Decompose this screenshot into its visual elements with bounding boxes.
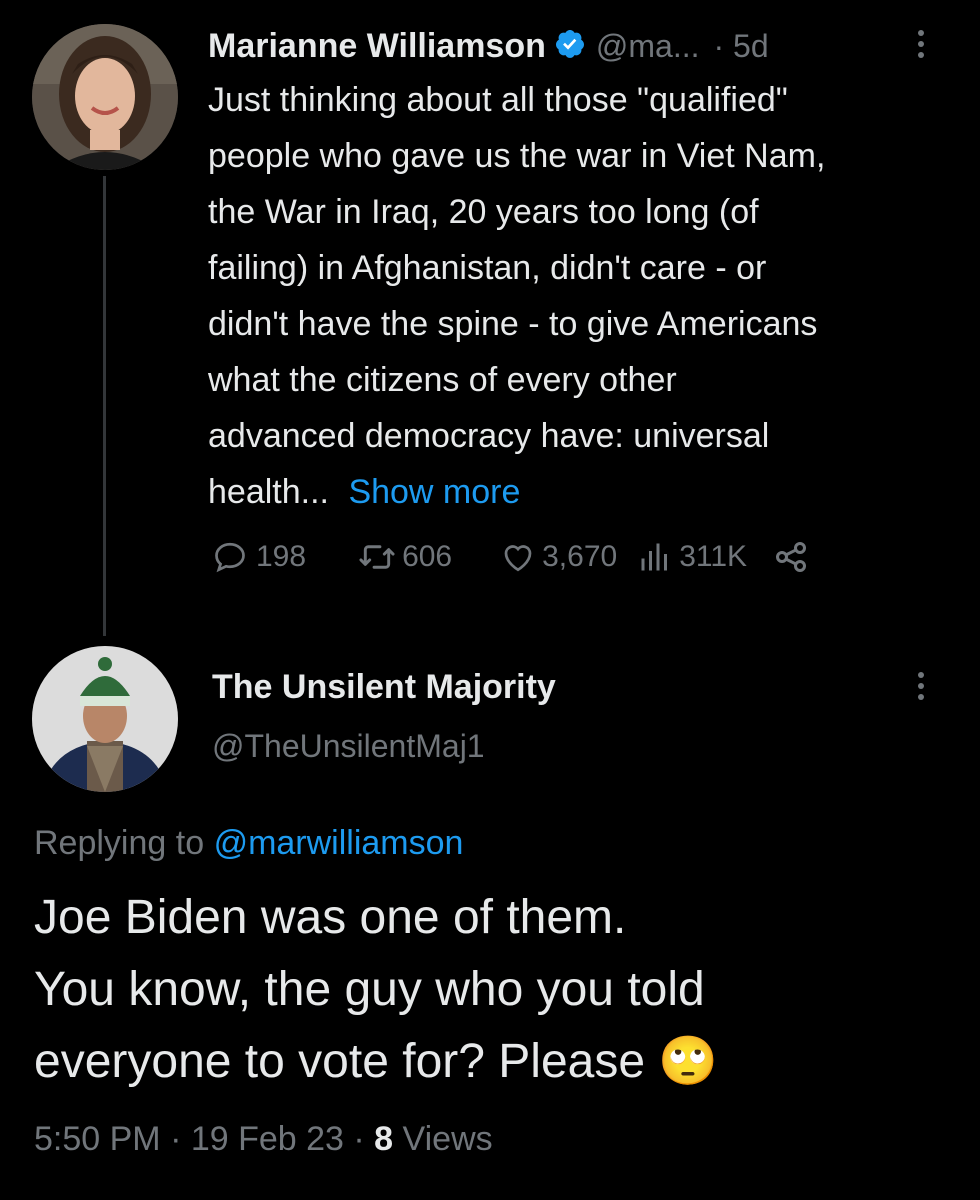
author-name[interactable]: Marianne Williamson bbox=[208, 27, 546, 66]
tweet-line: advanced democracy have: universal bbox=[208, 417, 770, 455]
share-icon bbox=[773, 539, 809, 575]
views-button[interactable]: 311K bbox=[637, 539, 747, 575]
views-bars-icon bbox=[637, 539, 673, 575]
reply-icon bbox=[212, 539, 248, 575]
reply-button[interactable]: 198 bbox=[212, 539, 306, 575]
reply-views-label: Views bbox=[393, 1120, 493, 1158]
reply-author-name[interactable]: The Unsilent Majority bbox=[212, 668, 556, 707]
verified-badge-icon bbox=[554, 28, 586, 65]
tweet-line: didn't have the spine - to give American… bbox=[208, 305, 818, 343]
tweet-action-bar: 198 606 3,670 311K bbox=[212, 535, 809, 579]
tweet-line: the War in Iraq, 20 years too long (of bbox=[208, 193, 759, 231]
author-avatar-image bbox=[32, 24, 178, 170]
reply-more-dots-icon[interactable] bbox=[918, 672, 924, 700]
show-more-link[interactable]: Show more bbox=[348, 473, 520, 511]
retweet-count: 606 bbox=[402, 540, 453, 573]
reply-body: Joe Biden was one of them. You know, the… bbox=[34, 882, 718, 1098]
tweet-line-truncated: health... bbox=[208, 473, 329, 511]
retweet-button[interactable]: 606 bbox=[358, 539, 452, 575]
retweet-icon bbox=[358, 539, 396, 575]
like-button[interactable]: 3,670 bbox=[500, 539, 617, 575]
reply-line: Joe Biden was one of them. bbox=[34, 891, 627, 944]
tweet-line: failing) in Afghanistan, didn't care - o… bbox=[208, 249, 767, 287]
reply-author-avatar-image bbox=[32, 646, 178, 792]
reply-author-avatar[interactable] bbox=[32, 646, 178, 792]
reply-line: You know, the guy who you told bbox=[34, 963, 705, 1016]
reply-author-handle[interactable]: @TheUnsilentMaj1 bbox=[212, 728, 485, 765]
thread-connector-line bbox=[103, 176, 106, 636]
reply-views-count: 8 bbox=[374, 1120, 394, 1158]
tweet-line: what the citizens of every other bbox=[208, 361, 677, 399]
replying-to-handle[interactable]: @marwilliamson bbox=[214, 824, 464, 862]
heart-icon bbox=[500, 539, 536, 575]
tweet-time[interactable]: · 5d bbox=[713, 28, 768, 65]
reply-timestamp[interactable]: 5:50 PM · 19 Feb 23 · bbox=[34, 1120, 374, 1158]
tweet-header: Marianne Williamson @ma... · 5d bbox=[208, 24, 769, 68]
replying-to-label: Replying to bbox=[34, 824, 205, 862]
like-count: 3,670 bbox=[542, 540, 618, 573]
author-handle[interactable]: @ma... bbox=[596, 28, 700, 65]
reply-line: everyone to vote for? Please bbox=[34, 1035, 646, 1088]
author-avatar[interactable] bbox=[32, 24, 178, 170]
reply-count: 198 bbox=[256, 540, 307, 573]
eye-roll-emoji: 🙄 bbox=[658, 1035, 719, 1088]
reply-timestamp-row: 5:50 PM · 19 Feb 23 · 8 Views bbox=[34, 1120, 493, 1159]
tweet-line: people who gave us the war in Viet Nam, bbox=[208, 137, 826, 175]
share-button[interactable] bbox=[773, 539, 809, 575]
views-count: 311K bbox=[679, 540, 748, 573]
replying-to: Replying to @marwilliamson bbox=[34, 824, 463, 863]
tweet-line: Just thinking about all those "qualified… bbox=[208, 81, 788, 119]
tweet-body: Just thinking about all those "qualified… bbox=[208, 72, 968, 520]
more-dots-icon[interactable] bbox=[918, 30, 924, 58]
